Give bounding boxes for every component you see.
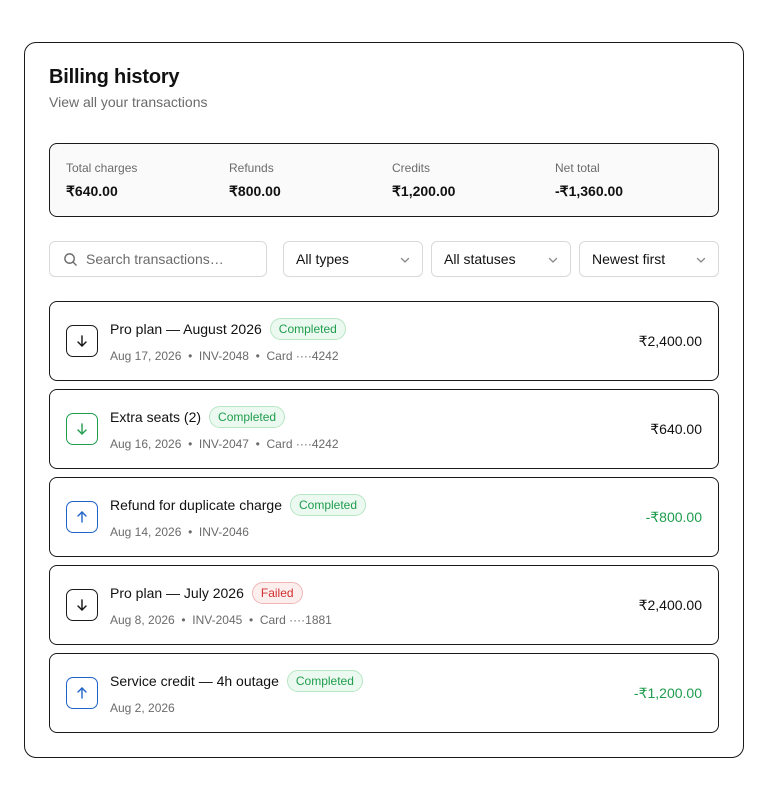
chevron-down-icon [548, 257, 558, 263]
status-filter-select[interactable]: All statuses [431, 241, 571, 277]
status-filter-value: All statuses [444, 251, 516, 267]
arrow-down-icon [66, 413, 98, 445]
transaction-amount: ₹2,400.00 [638, 333, 702, 349]
sort-value: Newest first [592, 251, 666, 267]
transaction-row[interactable]: Extra seats (2) Completed Aug 16, 2026 •… [49, 389, 719, 469]
summary-label: Net total [555, 161, 600, 175]
summary-label: Total charges [66, 161, 138, 175]
transaction-row[interactable]: Refund for duplicate charge Completed Au… [49, 477, 719, 557]
summary-label: Refunds [229, 161, 274, 175]
arrow-up-icon [66, 501, 98, 533]
transaction-row[interactable]: Pro plan — August 2026 Completed Aug 17,… [49, 301, 719, 381]
sort-select[interactable]: Newest first [579, 241, 719, 277]
summary-label: Credits [392, 161, 431, 175]
status-badge: Failed [251, 582, 303, 604]
transaction-amount: -₹1,200.00 [633, 685, 702, 701]
summary-value: ₹1,200.00 [392, 183, 456, 199]
summary-refunds: Refunds ₹800.00 [229, 161, 281, 200]
filter-bar: All types All statuses Newest first [49, 241, 719, 277]
transaction-name: Extra seats (2) [110, 409, 202, 425]
transaction-name: Pro plan — August 2026 [110, 321, 262, 337]
transaction-amount: ₹2,400.00 [638, 597, 702, 613]
status-badge: Completed [286, 670, 363, 692]
transaction-meta: Aug 17, 2026 • INV-2048 • Card ····4242 [110, 349, 339, 363]
summary-net-total: Net total -₹1,360.00 [555, 161, 623, 200]
summary-value: ₹800.00 [229, 183, 281, 199]
transaction-meta: Aug 8, 2026 • INV-2045 • Card ····1881 [110, 613, 332, 627]
arrow-down-icon [66, 325, 98, 357]
page-title: Billing history [49, 66, 180, 88]
type-filter-select[interactable]: All types [283, 241, 423, 277]
summary-panel: Total charges ₹640.00 Refunds ₹800.00 Cr… [49, 143, 719, 217]
transaction-meta: Aug 16, 2026 • INV-2047 • Card ····4242 [110, 437, 339, 451]
search-icon [64, 253, 77, 266]
summary-total-charges: Total charges ₹640.00 [66, 161, 137, 200]
transaction-row[interactable]: Service credit — 4h outage Completed Aug… [49, 653, 719, 733]
status-badge: Completed [209, 406, 286, 428]
summary-value: -₹1,360.00 [555, 183, 624, 199]
status-badge: Completed [290, 494, 367, 516]
transaction-amount: -₹800.00 [645, 509, 702, 525]
billing-history-card: Billing history View all your transactio… [24, 42, 744, 758]
status-badge: Completed [269, 318, 346, 340]
search-box[interactable] [49, 241, 267, 277]
transaction-amount: ₹640.00 [650, 421, 702, 437]
arrow-down-icon [66, 589, 98, 621]
transaction-meta: Aug 2, 2026 [110, 701, 175, 715]
summary-value: ₹640.00 [66, 183, 118, 199]
summary-credits: Credits ₹1,200.00 [392, 161, 455, 200]
transaction-name: Pro plan — July 2026 [110, 585, 244, 601]
arrow-up-icon [66, 677, 98, 709]
transaction-name: Refund for duplicate charge [110, 497, 282, 513]
search-input[interactable] [86, 242, 262, 276]
chevron-down-icon [696, 257, 706, 263]
transaction-name: Service credit — 4h outage [110, 673, 279, 689]
chevron-down-icon [400, 257, 410, 263]
type-filter-value: All types [296, 251, 349, 267]
transaction-meta: Aug 14, 2026 • INV-2046 [110, 525, 249, 539]
page-subtitle: View all your transactions [49, 94, 208, 110]
transaction-row[interactable]: Pro plan — July 2026 Failed Aug 8, 2026 … [49, 565, 719, 645]
